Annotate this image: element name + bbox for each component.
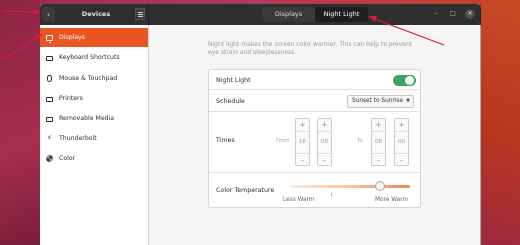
from-label: From [276, 138, 290, 144]
sidebar-item-label: Printers [59, 95, 83, 102]
color-icon [46, 155, 53, 162]
printer-icon [46, 96, 53, 102]
view-switcher: Displays Night Light [262, 7, 368, 22]
times-row: Times From + 16 – + 00 – To + 08 – + 00 … [209, 112, 420, 173]
from-minute-spinner: + 00 – [317, 118, 332, 166]
drive-icon [46, 116, 53, 122]
from-minute-increment-button[interactable]: + [318, 119, 331, 132]
to-label: To [357, 138, 363, 144]
sidebar-item-thunderbolt[interactable]: ⚡ Thunderbolt [40, 129, 148, 148]
sidebar-item-color[interactable]: Color [40, 149, 148, 168]
settings-window: ‹ Devices Displays Night Light – □ ✕ Dis… [40, 4, 481, 245]
night-light-row: Night Light [209, 70, 420, 90]
schedule-row: Schedule Sunset to Sunrise ▼ [209, 90, 420, 112]
from-minute-decrement-button[interactable]: – [318, 153, 331, 166]
keyboard-icon [46, 55, 53, 61]
desktop-background-left [0, 0, 40, 245]
more-warm-label: More Warm [375, 197, 409, 203]
sidebar-item-label: Color [59, 155, 76, 162]
schedule-value: Sunset to Sunrise [352, 98, 404, 104]
window-shadow-edge [480, 4, 481, 245]
chevron-down-icon: ▼ [406, 98, 410, 104]
sidebar-item-keyboard-shortcuts[interactable]: Keyboard Shortcuts [40, 48, 148, 67]
mouse-icon [47, 75, 52, 82]
less-warm-label: Less Warm [283, 197, 315, 203]
sidebar: Displays Keyboard Shortcuts Mouse & Touc… [40, 25, 149, 245]
from-hour-value[interactable]: 16 [296, 133, 309, 152]
sidebar-item-label: Mouse & Touchpad [59, 75, 118, 82]
thunderbolt-icon: ⚡ [47, 134, 52, 142]
titlebar-divider [148, 4, 149, 25]
color-temperature-slider[interactable] [290, 185, 410, 188]
schedule-label: Schedule [216, 98, 245, 105]
sidebar-item-label: Keyboard Shortcuts [59, 54, 120, 61]
night-light-toggle[interactable] [393, 75, 416, 86]
panel-title: Devices [81, 10, 111, 18]
tab-displays[interactable]: Displays [262, 7, 315, 22]
hamburger-menu-icon[interactable] [135, 8, 145, 20]
color-temperature-label: Color Temperature [216, 187, 275, 194]
to-hour-decrement-button[interactable]: – [372, 153, 385, 166]
toggle-knob [405, 76, 414, 85]
maximize-icon[interactable]: □ [448, 9, 458, 19]
minimize-icon[interactable]: – [431, 9, 441, 19]
color-temperature-slider-handle[interactable] [375, 181, 385, 191]
times-label: Times [216, 137, 235, 144]
back-button[interactable]: ‹ [42, 7, 55, 22]
night-light-page: Night light makes the screen color warme… [149, 25, 481, 245]
sidebar-item-displays[interactable]: Displays [40, 28, 148, 47]
to-hour-increment-button[interactable]: + [372, 119, 385, 132]
close-icon[interactable]: ✕ [465, 9, 475, 19]
sidebar-item-label: Thunderbolt [59, 135, 97, 142]
sidebar-item-label: Displays [59, 34, 86, 41]
from-minute-value[interactable]: 00 [318, 133, 331, 152]
night-light-settings-panel: Night Light Schedule Sunset to Sunrise ▼… [208, 69, 421, 208]
sidebar-item-label: Removable Media [59, 115, 115, 122]
from-hour-increment-button[interactable]: + [296, 119, 309, 132]
monitor-icon [46, 34, 53, 43]
from-hour-spinner: + 16 – [295, 118, 310, 166]
tab-night-light[interactable]: Night Light [315, 7, 368, 22]
to-minute-value[interactable]: 00 [395, 133, 408, 152]
to-hour-value[interactable]: 08 [372, 133, 385, 152]
desktop-background-right [480, 0, 520, 245]
title-bar: ‹ Devices Displays Night Light – □ ✕ [40, 4, 481, 25]
color-temperature-row: Color Temperature Less Warm More Warm [209, 173, 420, 208]
from-hour-decrement-button[interactable]: – [296, 153, 309, 166]
schedule-dropdown[interactable]: Sunset to Sunrise ▼ [347, 95, 414, 108]
slider-default-mark [331, 193, 332, 196]
night-light-label: Night Light [216, 77, 251, 84]
sidebar-item-removable-media[interactable]: Removable Media [40, 109, 148, 128]
to-minute-spinner: + 00 – [394, 118, 409, 166]
night-light-description: Night light makes the screen color warme… [208, 41, 413, 56]
to-minute-increment-button[interactable]: + [395, 119, 408, 132]
to-minute-decrement-button[interactable]: – [395, 153, 408, 166]
to-hour-spinner: + 08 – [371, 118, 386, 166]
sidebar-item-mouse-touchpad[interactable]: Mouse & Touchpad [40, 69, 148, 88]
sidebar-item-printers[interactable]: Printers [40, 89, 148, 108]
